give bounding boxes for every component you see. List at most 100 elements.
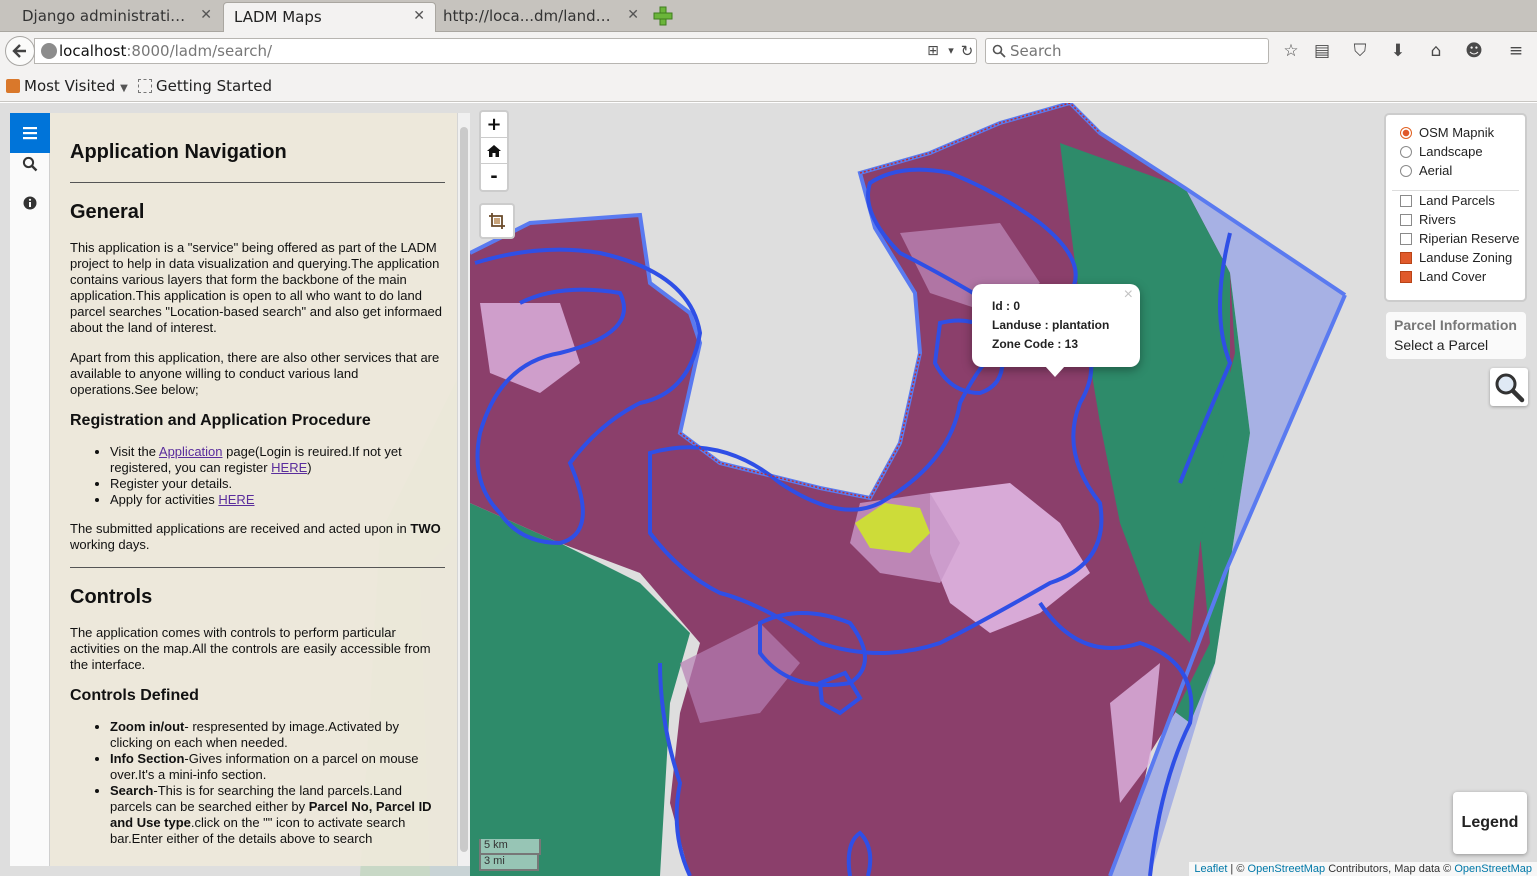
reading-list-icon[interactable]: ▤ xyxy=(1312,41,1332,61)
home-icon xyxy=(487,145,501,157)
sidebar-scrollbar[interactable] xyxy=(457,113,470,866)
registration-steps: Visit the Application page(Login is reui… xyxy=(110,444,445,508)
sidebar-content: Application Navigation General This appl… xyxy=(50,113,457,866)
zoom-in-button[interactable]: + xyxy=(481,112,507,138)
radio-button[interactable] xyxy=(1400,165,1412,177)
tab-label: Django administration |... xyxy=(22,7,192,25)
list-item: Visit the Application page(Login is reui… xyxy=(110,444,445,476)
navigation-bar: localhost:8000/ladm/search/ ⊞ ▾ ↻ ☆ ▤ ⛉ … xyxy=(0,32,1537,70)
checkbox[interactable] xyxy=(1400,195,1412,207)
close-tab-icon[interactable]: ✕ xyxy=(200,7,212,23)
popup-tip xyxy=(1045,366,1065,377)
zoom-home-button[interactable] xyxy=(481,138,507,164)
new-tab-plus-icon[interactable] xyxy=(652,5,674,27)
scale-mi: 3 mi xyxy=(479,855,539,871)
web-search-box[interactable] xyxy=(985,38,1269,64)
checkbox[interactable] xyxy=(1400,252,1412,264)
reader-view-icon[interactable]: ⊞ xyxy=(923,41,943,61)
home-icon[interactable]: ⌂ xyxy=(1426,41,1446,61)
url-text[interactable]: localhost:8000/ladm/search/ xyxy=(59,42,272,60)
zoom-control: + - xyxy=(479,110,509,192)
sidebar: Application Navigation General This appl… xyxy=(10,113,470,868)
overlay-riperian-reserve[interactable]: Riperian Reserve xyxy=(1400,231,1519,250)
section-heading-controls: Controls xyxy=(70,586,153,608)
feature-popup: × Id : 0 Landuse : plantation Zone Code … xyxy=(972,284,1140,377)
menu-icon xyxy=(23,127,37,140)
crop-tool-button[interactable] xyxy=(479,203,515,239)
sidebar-tab-info[interactable] xyxy=(10,183,50,223)
map-search-button[interactable] xyxy=(1490,368,1528,406)
tab-landuse[interactable]: http://loca...dm/landuse/ ✕ xyxy=(437,2,649,32)
bookmark-most-visited[interactable]: Most Visited ▼ xyxy=(6,77,128,95)
osm-link[interactable]: OpenStreetMap xyxy=(1248,863,1326,875)
checkbox[interactable] xyxy=(1400,233,1412,245)
bookmark-getting-started[interactable]: Getting Started xyxy=(138,77,272,95)
list-item: Zoom in/out- respresented by image.Activ… xyxy=(110,719,445,751)
apply-here-link[interactable]: HERE xyxy=(218,492,254,507)
scrollbar-thumb[interactable] xyxy=(460,127,468,852)
parcel-info-text: Select a Parcel xyxy=(1394,337,1489,353)
osm-data-link[interactable]: OpenStreetMap xyxy=(1454,863,1532,875)
crop-icon xyxy=(489,213,505,229)
overlay-landuse-zoning[interactable]: Landuse Zoning xyxy=(1400,250,1512,269)
scale-bar: 5 km 3 mi xyxy=(479,839,541,871)
registration-footer: The submitted applications are received … xyxy=(70,521,441,552)
back-arrow-icon xyxy=(12,44,26,58)
magnifier-icon xyxy=(992,44,1006,58)
address-bar[interactable]: localhost:8000/ladm/search/ ⊞ ▾ ↻ xyxy=(34,38,977,64)
divider xyxy=(70,567,445,568)
general-paragraph-2: Apart from this application, there are a… xyxy=(70,350,440,397)
bookmarks-toolbar: Most Visited ▼ Getting Started xyxy=(0,70,1537,102)
tab-ladm-maps[interactable]: LADM Maps ✕ xyxy=(223,2,436,32)
overlay-rivers[interactable]: Rivers xyxy=(1400,212,1456,231)
base-layer-aerial[interactable]: Aerial xyxy=(1400,163,1452,182)
reload-icon[interactable]: ↻ xyxy=(957,41,977,61)
chat-face-icon[interactable]: ☻ xyxy=(1464,41,1484,61)
close-tab-icon[interactable]: ✕ xyxy=(413,8,425,24)
close-tab-icon[interactable]: ✕ xyxy=(627,7,639,23)
radio-button[interactable] xyxy=(1400,127,1412,139)
overlay-land-parcels[interactable]: Land Parcels xyxy=(1400,193,1495,212)
hamburger-menu-icon[interactable]: ≡ xyxy=(1506,41,1526,61)
sidebar-tab-search[interactable] xyxy=(10,144,50,184)
download-icon[interactable]: ⬇ xyxy=(1388,41,1408,61)
map-page: Application Navigation General This appl… xyxy=(0,103,1537,876)
popup-landuse: Landuse : plantation xyxy=(992,318,1110,332)
page-title: Application Navigation xyxy=(70,141,287,163)
tab-django-admin[interactable]: Django administration |... ✕ xyxy=(0,2,222,32)
list-item: Search-This is for searching the land pa… xyxy=(110,783,445,847)
parcel-info-panel: Parcel Information Select a Parcel xyxy=(1386,312,1526,359)
zoom-out-button[interactable]: - xyxy=(481,164,507,190)
list-item: Info Section-Gives information on a parc… xyxy=(110,751,445,783)
popup-id: Id : 0 xyxy=(992,299,1021,313)
info-icon xyxy=(23,196,37,210)
controls-paragraph: The application comes with controls to p… xyxy=(70,625,431,672)
close-icon[interactable]: × xyxy=(1124,286,1133,304)
controls-list: Zoom in/out- respresented by image.Activ… xyxy=(110,719,445,847)
register-here-link[interactable]: HERE xyxy=(271,460,307,475)
web-search-input[interactable] xyxy=(1010,42,1260,60)
tab-label: http://loca...dm/landuse/ xyxy=(443,7,613,25)
bookmark-star-icon[interactable]: ☆ xyxy=(1281,41,1301,61)
leaflet-link[interactable]: Leaflet xyxy=(1194,863,1227,875)
base-layer-osm-mapnik[interactable]: OSM Mapnik xyxy=(1400,125,1494,144)
checkbox[interactable] xyxy=(1400,214,1412,226)
tab-label: LADM Maps xyxy=(234,8,322,26)
parcel-info-title: Parcel Information xyxy=(1394,317,1517,333)
popup-zone-code: Zone Code : 13 xyxy=(992,337,1079,351)
layer-control: OSM Mapnik Landscape Aerial Land Parcels… xyxy=(1384,113,1527,302)
overlay-land-cover[interactable]: Land Cover xyxy=(1400,269,1486,288)
magnifier-icon xyxy=(1495,373,1525,403)
back-button[interactable] xyxy=(5,36,35,66)
application-link[interactable]: Application xyxy=(159,444,223,459)
general-paragraph-1: This application is a "service" being of… xyxy=(70,240,443,335)
pocket-icon[interactable]: ⛉ xyxy=(1350,41,1370,61)
divider xyxy=(1392,190,1519,191)
checkbox[interactable] xyxy=(1400,271,1412,283)
base-layer-landscape[interactable]: Landscape xyxy=(1400,144,1483,163)
radio-button[interactable] xyxy=(1400,146,1412,158)
divider xyxy=(70,182,445,183)
browser-window: Django administration |... ✕ LADM Maps ✕… xyxy=(0,0,1537,876)
sidebar-tabbar xyxy=(10,113,50,866)
legend-button[interactable]: Legend xyxy=(1453,792,1527,854)
